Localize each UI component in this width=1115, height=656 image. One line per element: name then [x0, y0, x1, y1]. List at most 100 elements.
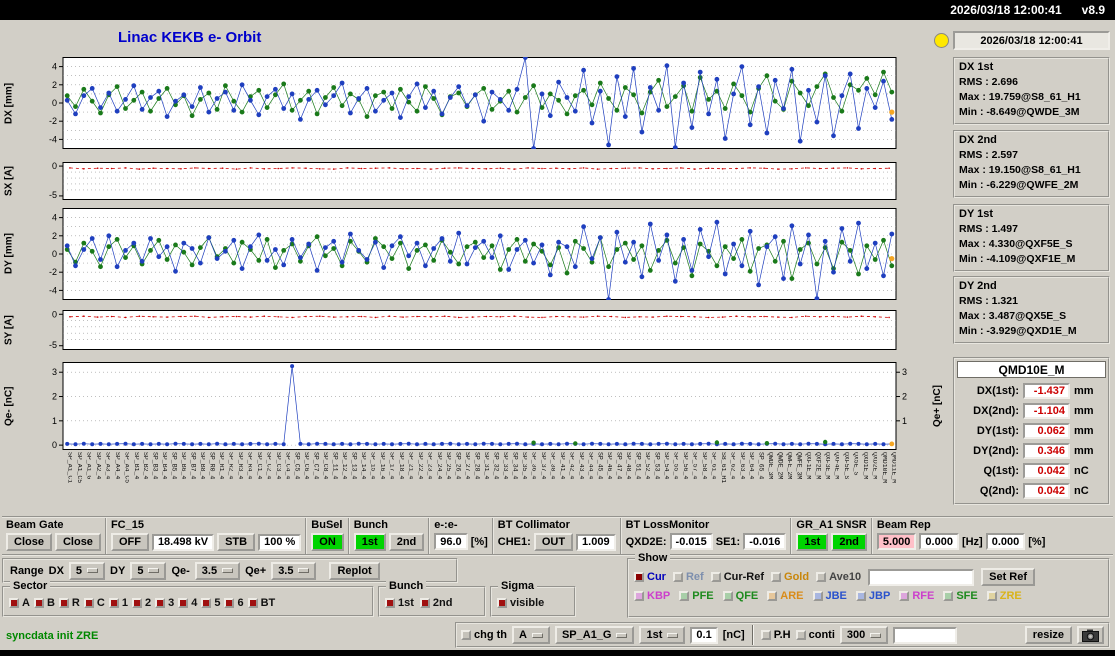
checkbox-2nd[interactable]: 2nd — [419, 597, 452, 609]
bpm-readout-title[interactable]: QMD10E_M — [957, 361, 1106, 378]
che1-out-button[interactable]: OUT — [533, 533, 574, 551]
bunch-panel: Bunch 1st 2nd — [378, 580, 486, 617]
checkbox-gold[interactable]: Gold — [771, 571, 809, 583]
checkbox-rfe[interactable]: RFE — [899, 590, 934, 602]
bpm-value: SP_A1_G — [561, 629, 612, 641]
interval-input[interactable] — [893, 626, 958, 644]
group-title: Beam Gate — [6, 519, 64, 531]
checkbox-label: JBP — [868, 590, 891, 602]
checkbox-2[interactable]: 2 — [131, 597, 151, 609]
beam-gate-close-electron-button[interactable]: Close — [6, 533, 52, 551]
bpm-label: SP_23_4 — [426, 452, 433, 480]
stats-title: DX 2nd — [959, 134, 997, 146]
bpm-label: SP_13_4 — [350, 452, 357, 480]
conti-checkbox[interactable]: conti — [795, 629, 835, 641]
checkbox-qfe[interactable]: QFE — [722, 590, 758, 602]
bpm-row-unit: mm — [1074, 385, 1094, 397]
checkbox-jbe[interactable]: JBE — [812, 590, 847, 602]
checkbox-label: Ave10 — [829, 571, 862, 583]
snapshot-button[interactable] — [1077, 626, 1104, 644]
checkbox-pfe[interactable]: PFE — [679, 590, 714, 602]
range-dx-select[interactable]: 5 — [68, 561, 106, 580]
bpm-label: SP_42_4 — [568, 452, 575, 480]
checkbox-kbp[interactable]: KBP — [634, 590, 670, 602]
bpm-label: SP_64_4 — [748, 452, 755, 480]
checkbox-6[interactable]: 6 — [224, 597, 244, 609]
busel-on-button[interactable]: ON — [311, 533, 344, 551]
bpm-label: SP_B6_4 — [180, 452, 187, 480]
dropdown-glyph — [870, 632, 882, 638]
checkbox-jbp[interactable]: JBP — [855, 590, 891, 602]
bpm-label: SP_B1_4 — [132, 452, 139, 480]
checkbox-label: 6 — [237, 597, 244, 609]
bpm-label: SP_11_4 — [331, 452, 338, 480]
bpm-label: SP_38_4 — [549, 452, 556, 480]
checkbox-zre[interactable]: ZRE — [986, 590, 1022, 602]
dx-chart: DX [mm] 4 2 0 -2 -4 — [0, 55, 946, 151]
checkbox-cur[interactable]: Cur — [634, 571, 666, 583]
checkbox-bt[interactable]: BT — [247, 597, 275, 609]
interval-select[interactable]: 300 — [839, 626, 889, 644]
bpm-readout-row: DX(1st): -1.437 mm — [957, 381, 1106, 401]
fc15-stb-button[interactable]: STB — [217, 533, 256, 551]
checkbox-cur-ref[interactable]: Cur-Ref — [710, 571, 764, 583]
checkbox-visible[interactable]: visible — [497, 597, 544, 609]
checkbox-box — [461, 630, 471, 640]
range-qem-select[interactable]: 3.5 — [194, 561, 241, 580]
stats-max: Max : 19.150@S8_61_H1 — [959, 164, 1081, 176]
show-row-1: Cur Ref Cur-Ref Gold Ave10 Set Ref — [634, 568, 1103, 586]
threshold-value[interactable]: 0.1 — [690, 626, 718, 644]
checkbox-ref[interactable]: Ref — [672, 571, 704, 583]
bpm-row-value: 0.042 — [1023, 483, 1070, 499]
checkbox-1[interactable]: 1 — [108, 597, 128, 609]
checkbox-sfe[interactable]: SFE — [943, 590, 978, 602]
bpm-label: SP_54_4 — [663, 452, 669, 480]
range-dy-select[interactable]: 5 — [130, 561, 167, 580]
bpm-label: SP_34_4 — [511, 452, 518, 480]
mode-select[interactable]: A — [512, 626, 550, 644]
checkbox-1st[interactable]: 1st — [385, 597, 414, 609]
checkbox-are[interactable]: ARE — [767, 590, 804, 602]
checkbox-4[interactable]: 4 — [178, 597, 197, 609]
bunch-2nd-button[interactable]: 2nd — [388, 533, 425, 551]
bpm-select[interactable]: SP_A1_G — [554, 626, 635, 644]
checkbox-box — [33, 598, 44, 608]
checkbox-a[interactable]: A — [9, 597, 30, 609]
bpm-label: SP_15_4 — [369, 452, 376, 480]
range-label: Range — [10, 564, 44, 577]
stats-max: Max : 4.330@QXF5E_S — [959, 238, 1073, 250]
ref-name-input[interactable] — [868, 568, 975, 586]
ph-checkbox[interactable]: P.H — [760, 629, 791, 641]
checkbox-b[interactable]: B — [33, 597, 55, 609]
checkbox-ave10[interactable]: Ave10 — [816, 571, 861, 583]
checkbox-box — [943, 591, 954, 601]
bpm-label: SP_A2_4 — [94, 452, 101, 480]
region-checkboxes: KBP PFE QFE ARE JBE JBP RFE SFE ZRE — [634, 590, 1103, 602]
checkbox-label: 4 — [191, 597, 198, 609]
dy-plot: 4 2 0 -2 -4 — [18, 208, 946, 305]
checkbox-c[interactable]: C — [83, 597, 105, 609]
snsr-1st-button[interactable]: 1st — [796, 533, 829, 551]
checkbox-box — [710, 572, 721, 582]
range-qep-select[interactable]: 3.5 — [271, 561, 317, 580]
checkbox-3[interactable]: 3 — [155, 597, 174, 609]
bunch-select[interactable]: 1st — [639, 626, 686, 644]
chg-th-checkbox[interactable]: chg th — [461, 629, 507, 641]
set-ref-button[interactable]: Set Ref — [981, 568, 1036, 586]
checkbox-box — [385, 598, 395, 608]
group-title: GR_A1 SNSR — [796, 519, 867, 531]
bpm-label: SP_31_4 — [483, 452, 490, 480]
stats-min: Min : -6.229@QWFE_2M — [959, 179, 1079, 191]
bpm-label: SP_57_4 — [691, 452, 698, 480]
fc15-off-button[interactable]: OFF — [110, 533, 149, 551]
mode-value: A — [519, 629, 527, 641]
checkbox-r[interactable]: R — [58, 597, 80, 609]
snsr-2nd-button[interactable]: 2nd — [831, 533, 867, 551]
replot-button[interactable]: Replot — [329, 561, 380, 580]
beam-gate-close-positron-button[interactable]: Close — [54, 533, 101, 551]
resize-button[interactable]: resize — [1024, 626, 1072, 644]
bpm-label: SP_55_4 — [672, 452, 679, 480]
bunch-1st-button[interactable]: 1st — [353, 533, 386, 551]
bpm-label: QWDE_2M — [776, 452, 783, 480]
checkbox-5[interactable]: 5 — [201, 597, 220, 609]
